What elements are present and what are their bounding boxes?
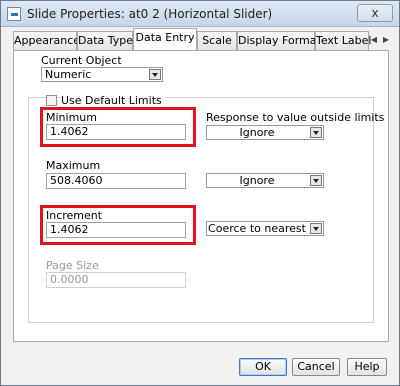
chevron-down-icon[interactable] [310, 127, 322, 138]
slide-properties-dialog: Slide Properties: at0 2 (Horizontal Slid… [0, 0, 400, 386]
minimum-response-select[interactable]: Ignore [206, 125, 324, 140]
chevron-down-icon[interactable] [149, 69, 161, 80]
window-title: Slide Properties: at0 2 (Horizontal Slid… [27, 7, 273, 21]
tab-scroll-left-icon[interactable]: ◀ [369, 32, 379, 48]
maximum-response-select[interactable]: Ignore [206, 173, 324, 188]
tab-strip: Appearance Data Type Data Entry Scale Di… [13, 28, 393, 50]
tab-text-labels[interactable]: Text Label [315, 31, 371, 50]
current-object-label: Current Object [41, 54, 122, 67]
maximum-label: Maximum [46, 159, 101, 172]
chevron-down-icon[interactable] [310, 223, 322, 234]
cancel-button[interactable]: Cancel [292, 358, 340, 376]
ok-button[interactable]: OK [239, 358, 287, 376]
page-size-input: 0.0000 [46, 272, 186, 288]
current-object-select[interactable]: Numeric [41, 67, 163, 82]
increment-response-value: Coerce to nearest [208, 222, 306, 235]
minimum-response-value: Ignore [239, 126, 275, 139]
maximum-response-value: Ignore [239, 174, 275, 187]
minimum-highlight-box [40, 107, 196, 147]
tab-display-format[interactable]: Display Format [237, 31, 321, 50]
use-default-limits-label: Use Default Limits [61, 94, 165, 107]
tab-scale[interactable]: Scale [197, 31, 237, 50]
close-button[interactable]: x [357, 4, 393, 22]
title-bar: Slide Properties: at0 2 (Horizontal Slid… [1, 1, 399, 27]
increment-highlight-box [40, 205, 196, 245]
help-button[interactable]: Help [347, 358, 387, 376]
maximum-input[interactable]: 508.4060 [46, 173, 186, 189]
tab-data-type[interactable]: Data Type [77, 31, 133, 50]
response-outside-limits-label: Response to value outside limits [206, 111, 385, 124]
chevron-down-icon[interactable] [310, 175, 322, 186]
page-size-label: Page Size [46, 259, 99, 272]
use-default-limits-checkbox[interactable] [46, 95, 57, 106]
tab-data-entry[interactable]: Data Entry [133, 28, 197, 50]
current-object-value: Numeric [45, 68, 92, 81]
slider-app-icon [7, 7, 21, 21]
tab-appearance[interactable]: Appearance [13, 31, 80, 50]
increment-response-select[interactable]: Coerce to nearest [206, 221, 324, 236]
tab-scroll-right-icon[interactable]: ▶ [381, 32, 391, 48]
data-entry-panel: Current Object Numeric Use Default Limit… [13, 50, 389, 342]
